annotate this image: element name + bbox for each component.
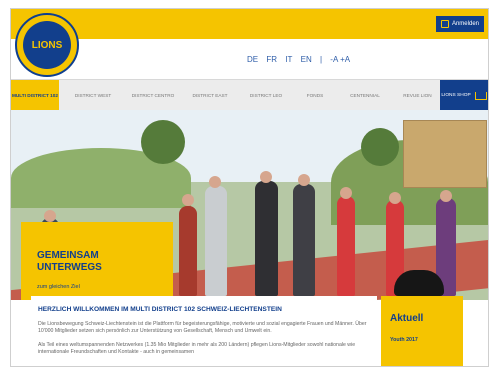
hero-title-line-2: UNTERWEGS (37, 262, 102, 273)
runner-head (340, 187, 352, 199)
language-it[interactable]: IT (285, 55, 292, 64)
nav-item-district-leo[interactable]: DISTRICT LEO (237, 80, 295, 111)
runner-figure (205, 186, 227, 296)
nav-item-revue-lion[interactable]: REVUE LION (395, 80, 440, 111)
login-label: Anmelden (451, 21, 479, 27)
hero-subtitle: zum gleichen Ziel (37, 284, 80, 290)
hero-banner: GEMEINSAM UNTERWEGS zum gleichen Ziel ‹ … (11, 110, 488, 300)
background-tree (141, 120, 185, 164)
lions-emblem-icon: LIONS (23, 21, 71, 69)
runner-head (209, 176, 221, 188)
top-bar: Anmelden (11, 9, 488, 39)
news-title: Aktuell (390, 313, 424, 324)
browser-page: Anmelden LIONS DE FR IT EN | -A +A MULTI… (10, 8, 489, 367)
logo-text: LIONS (31, 39, 63, 51)
language-de[interactable]: DE (247, 55, 258, 64)
runner-head (182, 194, 194, 206)
main-navigation: MULTI DISTRICT 102 DISTRICT WEST DISTRIC… (11, 79, 488, 112)
background-tree (361, 128, 399, 166)
cart-icon (474, 91, 487, 100)
dog-figure (394, 270, 444, 296)
welcome-paragraph-1: Die Lionsbewegung Schweiz-Liechtenstein … (38, 321, 367, 334)
welcome-section: HERZLICH WILLKOMMEN IM MULTI DISTRICT 10… (31, 296, 377, 366)
welcome-title: HERZLICH WILLKOMMEN IM MULTI DISTRICT 10… (38, 306, 282, 313)
hero-text-panel: GEMEINSAM UNTERWEGS zum gleichen Ziel (21, 222, 173, 300)
nav-item-multi-district-102[interactable]: MULTI DISTRICT 102 (11, 80, 59, 111)
shop-label: LIONS SHOP (441, 93, 471, 98)
lock-icon (440, 20, 449, 28)
nav-item-district-centro[interactable]: DISTRICT CENTRO (123, 80, 183, 111)
welcome-paragraph-2: Als Teil eines weltumspannenden Netzwerk… (38, 342, 356, 355)
font-size-controls[interactable]: -A +A (330, 55, 350, 64)
news-item-youth-2017[interactable]: Youth 2017 (390, 337, 454, 343)
runner-head (389, 192, 401, 204)
runner-figure (337, 196, 355, 296)
runner-head (44, 210, 56, 222)
hero-title-line-1: GEMEINSAM (37, 250, 99, 261)
nav-item-district-west[interactable]: DISTRICT WEST (63, 80, 123, 111)
language-separator: | (319, 55, 323, 64)
runner-figure (179, 206, 197, 296)
nav-item-fonds[interactable]: FONDS (295, 80, 335, 111)
nav-item-centennial[interactable]: CENTENNIAL (335, 80, 395, 111)
lions-shop-button[interactable]: LIONS SHOP (440, 80, 488, 111)
runner-figure (255, 181, 278, 296)
news-panel: Aktuell Youth 2017 (381, 296, 463, 366)
language-en[interactable]: EN (301, 55, 312, 64)
login-button[interactable]: Anmelden (435, 16, 484, 32)
language-fr[interactable]: FR (266, 55, 277, 64)
runner-figure (293, 184, 315, 296)
language-selector: DE FR IT EN | -A +A (247, 55, 356, 64)
runner-head (440, 190, 452, 202)
runner-head (298, 174, 310, 186)
runner-head (260, 171, 272, 183)
lions-logo[interactable]: LIONS (15, 13, 79, 77)
background-building (403, 120, 487, 188)
nav-item-district-east[interactable]: DISTRICT EAST (183, 80, 237, 111)
